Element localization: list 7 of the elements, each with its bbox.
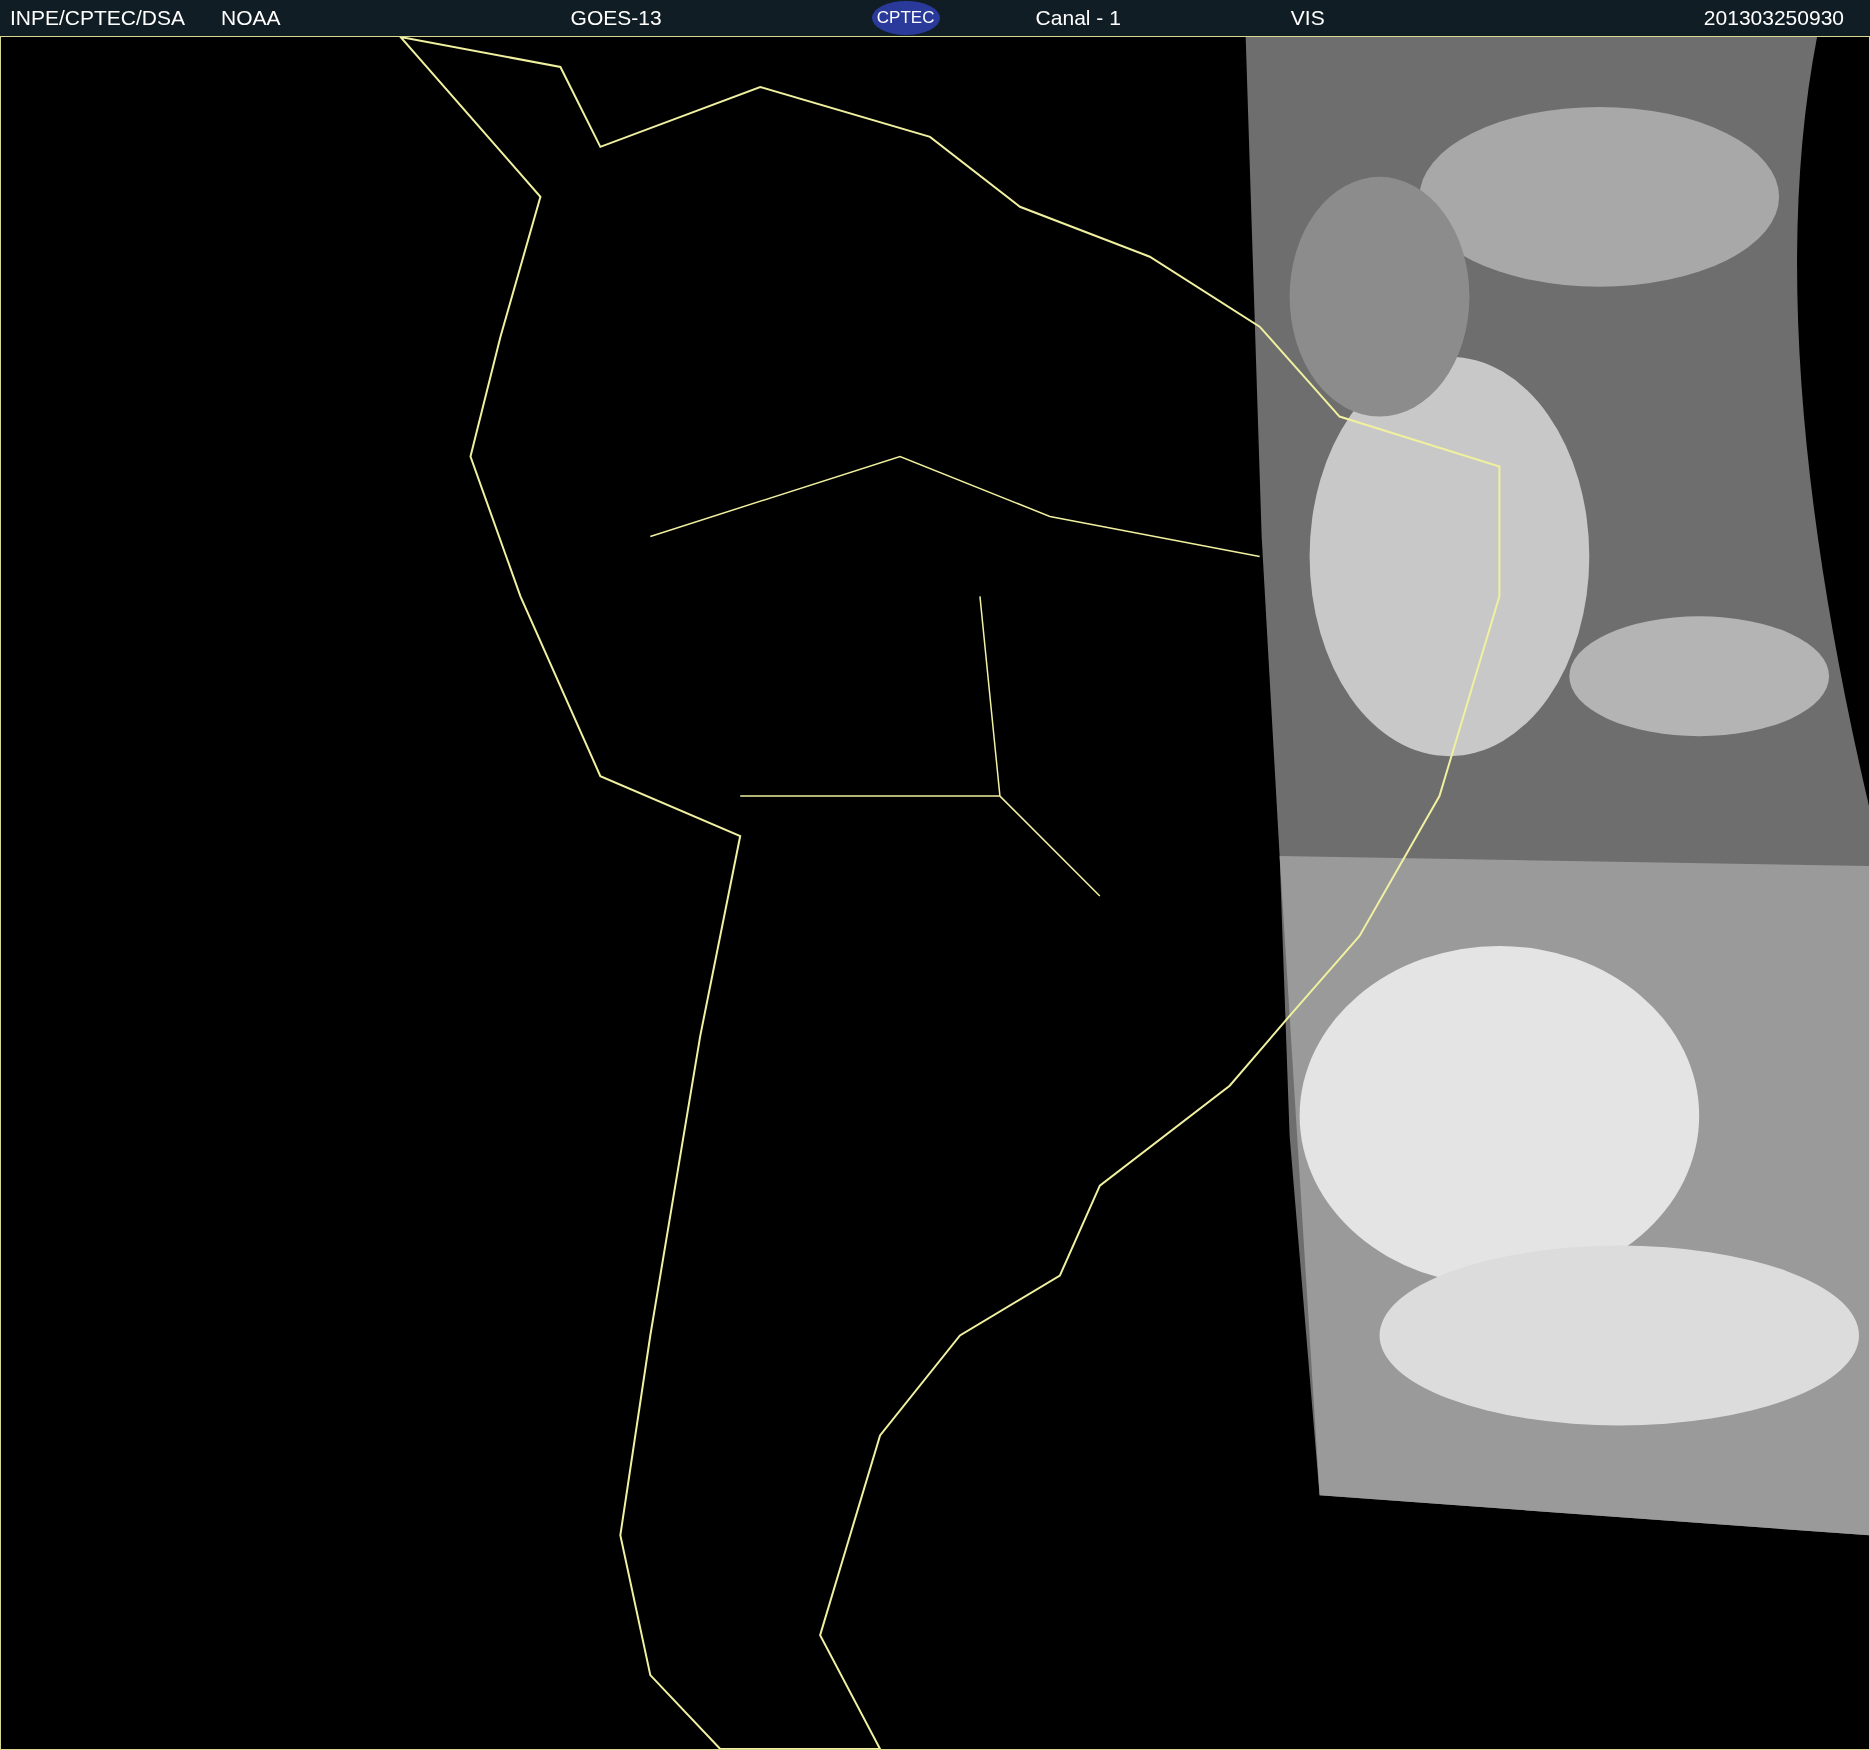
satellite-label: GOES-13 <box>570 5 662 32</box>
band-label: VIS <box>1290 5 1325 32</box>
agency-label: NOAA <box>221 5 281 32</box>
source-label: INPE/CPTEC/DSA <box>10 5 186 32</box>
logo: CPTEC <box>871 1 940 35</box>
channel-label: Canal - 1 <box>1035 5 1121 32</box>
timestamp-label: 201303250930 <box>1703 5 1844 32</box>
